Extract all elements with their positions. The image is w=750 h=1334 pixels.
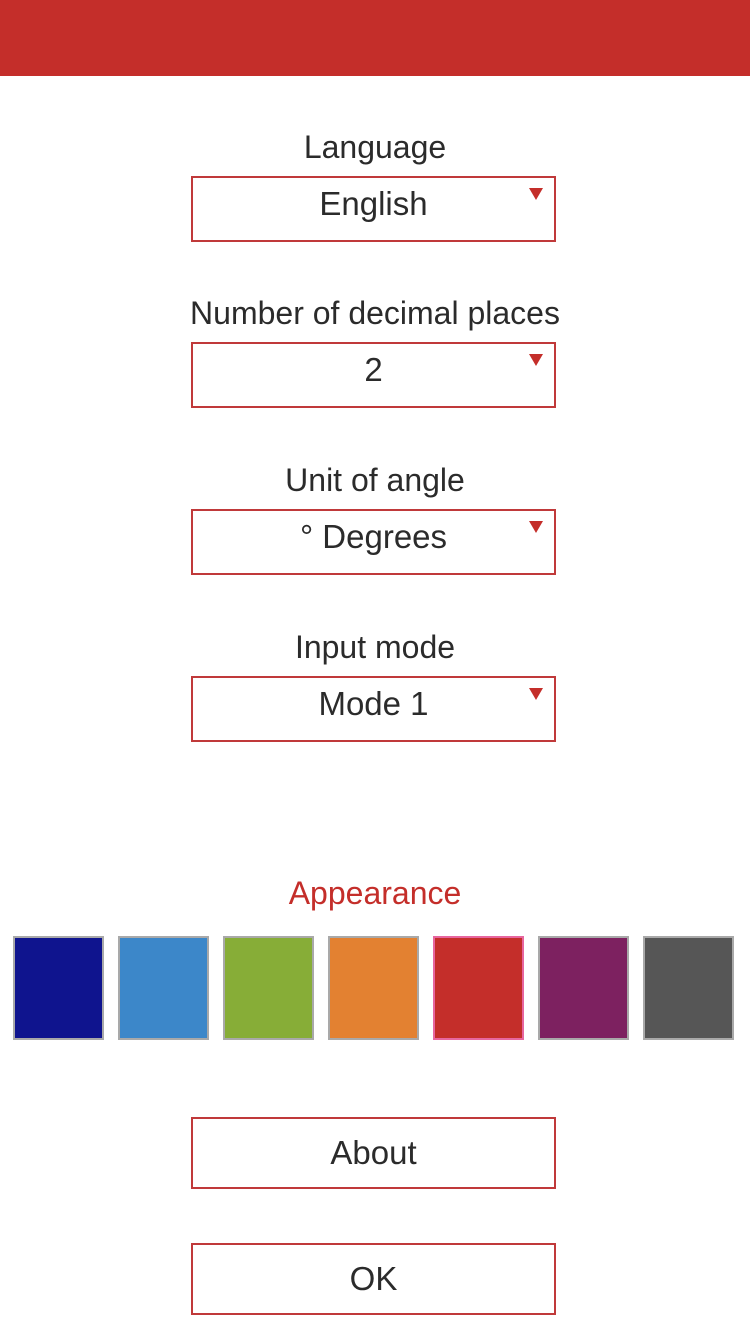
- language-label: Language: [303, 129, 447, 165]
- color-swatch-light-blue[interactable]: [118, 936, 209, 1040]
- language-value: English: [319, 185, 428, 222]
- header-bar: [0, 0, 750, 76]
- language-select[interactable]: English: [191, 176, 556, 242]
- triangle-down-icon: [529, 521, 543, 533]
- decimal-places-select[interactable]: 2: [191, 342, 556, 408]
- input-mode-select[interactable]: Mode 1: [191, 676, 556, 742]
- appearance-heading: Appearance: [288, 875, 462, 911]
- color-swatch-red[interactable]: [433, 936, 524, 1040]
- input-mode-value: Mode 1: [318, 685, 429, 722]
- decimal-places-value: 2: [364, 351, 383, 388]
- color-swatch-orange[interactable]: [328, 936, 419, 1040]
- triangle-down-icon: [529, 188, 543, 200]
- ok-button[interactable]: OK: [191, 1243, 556, 1315]
- color-swatch-green[interactable]: [223, 936, 314, 1040]
- angle-unit-value: ° Degrees: [299, 518, 448, 555]
- angle-unit-label: Unit of angle: [285, 462, 465, 498]
- angle-unit-select[interactable]: ° Degrees: [191, 509, 556, 575]
- triangle-down-icon: [529, 354, 543, 366]
- triangle-down-icon: [529, 688, 543, 700]
- color-swatch-dark-blue[interactable]: [13, 936, 104, 1040]
- color-swatch-purple[interactable]: [538, 936, 629, 1040]
- input-mode-label: Input mode: [294, 629, 456, 665]
- color-swatch-gray[interactable]: [643, 936, 734, 1040]
- decimal-places-label: Number of decimal places: [190, 295, 560, 331]
- about-button[interactable]: About: [191, 1117, 556, 1189]
